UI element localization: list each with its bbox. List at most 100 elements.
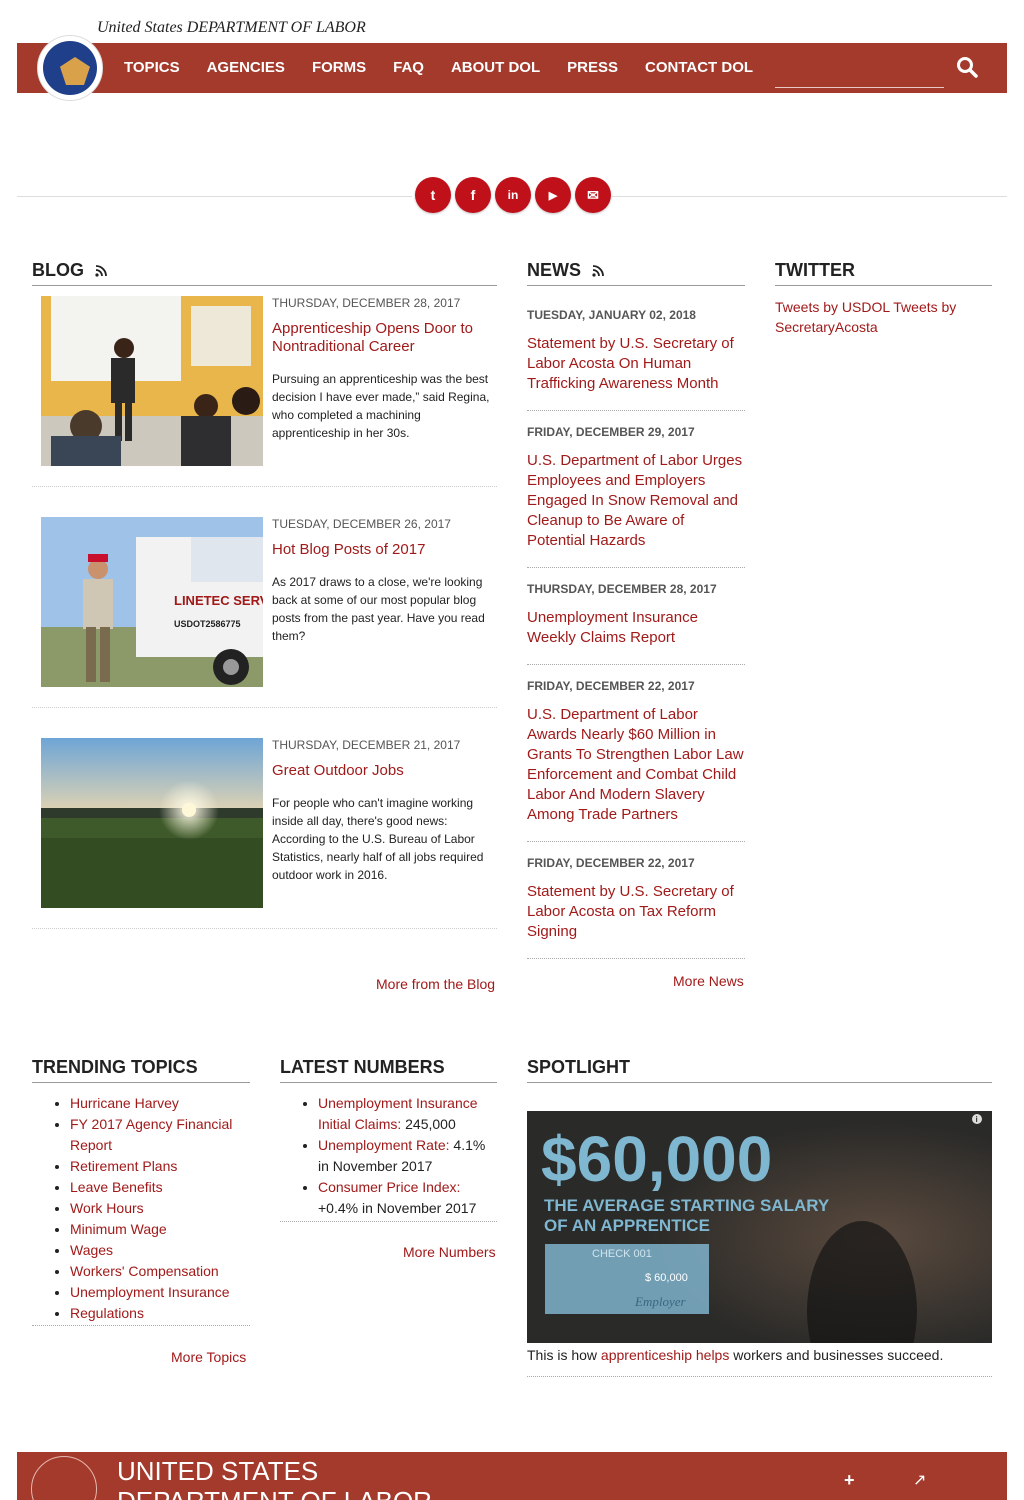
more-news-link[interactable]: More News xyxy=(673,973,744,989)
blog-post-title[interactable]: Apprenticeship Opens Door to Nontraditio… xyxy=(272,320,492,356)
blog-post: LINETEC SERVICES USDOT2586775 TUESDAY, D… xyxy=(32,507,497,708)
apprenticeship-link[interactable]: apprenticeship helps xyxy=(601,1347,729,1363)
spotlight-caption: This is how apprenticeship helps workers… xyxy=(527,1346,992,1364)
blog-post-excerpt: As 2017 draws to a close, we're looking … xyxy=(272,575,485,643)
twitter-icon[interactable]: t xyxy=(415,177,451,213)
news-item: FRIDAY, DECEMBER 22, 2017 Statement by U… xyxy=(527,842,745,959)
spotlight-subtitle-2: OF AN APPRENTICE xyxy=(544,1216,710,1235)
topic-link[interactable]: Regulations xyxy=(70,1305,144,1321)
social-divider-left xyxy=(17,196,412,197)
divider xyxy=(32,1325,250,1326)
nav-contact-dol[interactable]: CONTACT DOL xyxy=(645,43,753,93)
linkedin-icon[interactable]: in xyxy=(495,177,531,213)
facebook-icon[interactable]: f xyxy=(455,177,491,213)
truck-usdot-text: USDOT2586775 xyxy=(174,619,241,629)
more-numbers-link[interactable]: More Numbers xyxy=(403,1244,496,1260)
agency-name[interactable]: United States DEPARTMENT OF LABOR xyxy=(97,19,366,37)
nav-agencies[interactable]: AGENCIES xyxy=(207,43,285,93)
footer-seal-logo[interactable] xyxy=(31,1456,97,1500)
search-icon[interactable] xyxy=(956,56,978,78)
email-icon[interactable]: ✉ xyxy=(575,177,611,213)
info-icon[interactable]: i xyxy=(976,1115,978,1124)
news-date: TUESDAY, JANUARY 02, 2018 xyxy=(527,308,696,322)
news-title[interactable]: Unemployment Insurance Weekly Claims Rep… xyxy=(527,609,698,646)
news-title[interactable]: U.S. Department of Labor Awards Nearly $… xyxy=(527,706,744,823)
divider xyxy=(527,1376,992,1377)
blog-heading: BLOG xyxy=(32,260,497,286)
news-item: THURSDAY, DECEMBER 28, 2017 Unemployment… xyxy=(527,568,745,665)
nav-faq[interactable]: FAQ xyxy=(393,43,424,93)
nav-about-dol[interactable]: ABOUT DOL xyxy=(451,43,540,93)
topic-link[interactable]: Work Hours xyxy=(70,1200,144,1216)
check-signature: Employer xyxy=(634,1294,686,1309)
news-date: THURSDAY, DECEMBER 28, 2017 xyxy=(527,582,717,596)
blog-post-date: THURSDAY, DECEMBER 21, 2017 xyxy=(272,738,461,752)
list-item: Consumer Price Index: +0.4% in November … xyxy=(318,1177,497,1219)
topic-link[interactable]: Minimum Wage xyxy=(70,1221,167,1237)
trending-topics-list: Hurricane Harvey FY 2017 Agency Financia… xyxy=(32,1093,250,1324)
spotlight-caption-post: workers and businesses succeed. xyxy=(729,1347,944,1363)
news-title[interactable]: Statement by U.S. Secretary of Labor Aco… xyxy=(527,883,734,940)
footer: UNITED STATES DEPARTMENT OF LABOR + ↗ xyxy=(17,1452,1007,1500)
news-title[interactable]: U.S. Department of Labor Urges Employees… xyxy=(527,452,742,549)
twitter-heading: TWITTER xyxy=(775,260,992,286)
news-heading: NEWS xyxy=(527,260,745,286)
footer-title: UNITED STATES DEPARTMENT OF LABOR xyxy=(117,1456,432,1500)
rss-icon[interactable] xyxy=(592,265,604,277)
news-title[interactable]: Statement by U.S. Secretary of Labor Aco… xyxy=(527,335,734,392)
search-underline xyxy=(775,87,944,88)
topic-link[interactable]: Retirement Plans xyxy=(70,1158,177,1174)
blog-post-image[interactable]: LINETEC SERVICES USDOT2586775 xyxy=(41,517,263,687)
number-link[interactable]: Unemployment Rate: xyxy=(318,1137,450,1153)
list-item: Minimum Wage xyxy=(70,1219,250,1240)
add-icon[interactable]: + xyxy=(844,1470,855,1491)
more-from-blog-link[interactable]: More from the Blog xyxy=(376,976,495,992)
topic-link[interactable]: FY 2017 Agency Financial Report xyxy=(70,1116,232,1153)
spotlight-video[interactable]: $60,000 THE AVERAGE STARTING SALARY OF A… xyxy=(527,1111,992,1343)
nav-press[interactable]: PRESS xyxy=(567,43,618,93)
topic-link[interactable]: Hurricane Harvey xyxy=(70,1095,179,1111)
rss-icon[interactable] xyxy=(95,265,107,277)
spotlight-subtitle-1: THE AVERAGE STARTING SALARY xyxy=(544,1196,830,1215)
top-nav-bar: TOPICS AGENCIES FORMS FAQ ABOUT DOL PRES… xyxy=(17,35,1007,101)
check-label: CHECK 001 xyxy=(592,1248,652,1260)
number-value: 245,000 xyxy=(401,1116,456,1132)
blog-heading-text: BLOG xyxy=(32,260,84,280)
blog-post-image[interactable] xyxy=(41,738,263,908)
list-item: Unemployment Insurance xyxy=(70,1282,250,1303)
share-icon[interactable]: ↗ xyxy=(913,1470,926,1490)
list-item: Leave Benefits xyxy=(70,1177,250,1198)
more-topics-link[interactable]: More Topics xyxy=(171,1349,246,1365)
blog-post-image[interactable] xyxy=(41,296,263,466)
footer-title-line-1: UNITED STATES xyxy=(117,1456,319,1486)
search-input[interactable] xyxy=(775,57,948,87)
blog-post-excerpt: For people who can't imagine working ins… xyxy=(272,796,484,882)
blog-post-title[interactable]: Hot Blog Posts of 2017 xyxy=(272,541,492,559)
youtube-icon[interactable]: ▶ xyxy=(535,177,571,213)
spotlight-caption-pre: This is how xyxy=(527,1347,601,1363)
list-item: FY 2017 Agency Financial Report xyxy=(70,1114,250,1156)
topic-link[interactable]: Leave Benefits xyxy=(70,1179,163,1195)
number-link[interactable]: Consumer Price Index: xyxy=(318,1179,460,1195)
news-item: FRIDAY, DECEMBER 29, 2017 U.S. Departmen… xyxy=(527,411,745,568)
spotlight-heading: SPOTLIGHT xyxy=(527,1057,992,1083)
list-item: Unemployment Insurance Initial Claims: 2… xyxy=(318,1093,497,1135)
spotlight-big-number: $60,000 xyxy=(541,1123,772,1195)
news-heading-text: NEWS xyxy=(527,260,581,280)
twitter-feed: Tweets by USDOL Tweets by SecretaryAcost… xyxy=(775,297,992,337)
topic-link[interactable]: Unemployment Insurance xyxy=(70,1284,230,1300)
latest-numbers-list: Unemployment Insurance Initial Claims: 2… xyxy=(280,1093,497,1219)
news-item: TUESDAY, JANUARY 02, 2018 Statement by U… xyxy=(527,294,745,411)
nav-topics[interactable]: TOPICS xyxy=(124,43,180,93)
nav-forms[interactable]: FORMS xyxy=(312,43,366,93)
news-list: TUESDAY, JANUARY 02, 2018 Statement by U… xyxy=(527,294,745,959)
tweets-by-usdol-link[interactable]: Tweets by USDOL xyxy=(775,299,890,315)
list-item: Work Hours xyxy=(70,1198,250,1219)
dol-seal-logo[interactable] xyxy=(37,35,103,101)
list-item: Unemployment Rate: 4.1% in November 2017 xyxy=(318,1135,497,1177)
topic-link[interactable]: Workers' Compensation xyxy=(70,1263,219,1279)
list-item: Workers' Compensation xyxy=(70,1261,250,1282)
list-item: Wages xyxy=(70,1240,250,1261)
blog-post-title[interactable]: Great Outdoor Jobs xyxy=(272,762,492,780)
topic-link[interactable]: Wages xyxy=(70,1242,113,1258)
